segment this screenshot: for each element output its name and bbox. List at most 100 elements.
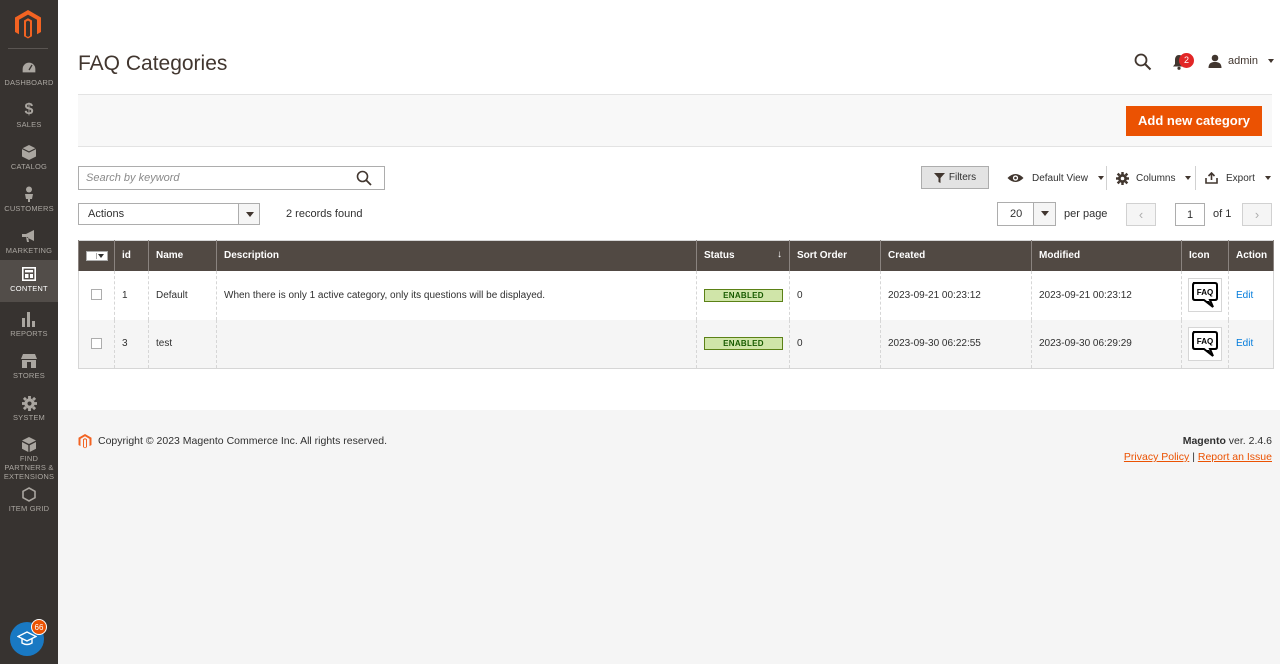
cube-icon bbox=[21, 144, 37, 160]
column-header-modified[interactable]: Modified bbox=[1031, 240, 1182, 271]
nav-reports[interactable]: REPORTS bbox=[0, 307, 58, 349]
cell-id: 3 bbox=[114, 319, 149, 369]
chevron-down-icon bbox=[1033, 203, 1055, 225]
row-select-checkbox[interactable] bbox=[91, 289, 102, 301]
status-badge: ENABLED bbox=[704, 288, 783, 302]
grid-header-row: id Name Description Status ↓ Sort Order C… bbox=[78, 240, 1274, 271]
current-page-input[interactable] bbox=[1175, 203, 1205, 226]
report-issue-link[interactable]: Report an Issue bbox=[1198, 451, 1272, 463]
version-number: ver. 2.4.6 bbox=[1225, 435, 1272, 447]
nav-item-grid[interactable]: ITEM GRID bbox=[0, 482, 58, 524]
notifications-count-badge: 2 bbox=[1179, 53, 1194, 68]
nav-stores[interactable]: STORES bbox=[0, 349, 58, 391]
gear-icon bbox=[21, 395, 37, 411]
mass-select-header[interactable] bbox=[78, 240, 115, 271]
toolbar-divider bbox=[1106, 166, 1107, 190]
add-new-category-button[interactable]: Add new category bbox=[1126, 106, 1262, 136]
column-header-sort-order[interactable]: Sort Order bbox=[789, 240, 881, 271]
column-header-created[interactable]: Created bbox=[880, 240, 1032, 271]
view-label: Default View bbox=[1032, 172, 1088, 184]
export-label: Export bbox=[1226, 172, 1255, 184]
mass-select-checkbox[interactable] bbox=[86, 250, 108, 261]
table-row: 1 Default When there is only 1 active ca… bbox=[78, 270, 1274, 320]
next-page-button[interactable]: › bbox=[1242, 203, 1272, 226]
per-page-label: per page bbox=[1064, 208, 1108, 220]
column-header-action: Action bbox=[1228, 240, 1274, 271]
table-row: 3 test ENABLED 0 2023-09-30 06:22:55 202… bbox=[78, 319, 1274, 369]
logo-divider bbox=[8, 48, 48, 49]
column-header-icon: Icon bbox=[1181, 240, 1229, 271]
layout-icon bbox=[21, 266, 37, 282]
cell-name: test bbox=[148, 319, 217, 369]
nav-sales[interactable]: $ SALES bbox=[0, 98, 58, 140]
dollar-icon: $ bbox=[24, 101, 34, 118]
view-switcher[interactable]: Default View bbox=[1007, 170, 1104, 186]
column-header-name[interactable]: Name bbox=[148, 240, 217, 271]
hexagon-icon bbox=[21, 486, 37, 502]
per-page-value: 20 bbox=[1010, 208, 1023, 220]
chevron-down-icon bbox=[238, 204, 259, 224]
column-header-id[interactable]: id bbox=[114, 240, 149, 271]
mass-actions-dropdown[interactable]: Actions bbox=[78, 203, 260, 225]
nav-customers[interactable]: CUSTOMERS bbox=[0, 182, 58, 224]
chevron-down-icon bbox=[1185, 176, 1192, 180]
svg-text:FAQ: FAQ bbox=[1197, 337, 1213, 346]
user-menu[interactable]: admin bbox=[1208, 53, 1274, 69]
storefront-icon bbox=[21, 353, 37, 369]
column-header-status[interactable]: Status ↓ bbox=[696, 240, 790, 271]
search-icon[interactable] bbox=[356, 170, 372, 186]
mass-actions-label: Actions bbox=[88, 208, 125, 220]
global-search-icon[interactable] bbox=[1134, 53, 1152, 71]
cell-description bbox=[216, 319, 697, 369]
bar-chart-icon bbox=[21, 311, 37, 327]
megaphone-icon bbox=[21, 228, 37, 244]
columns-control[interactable]: Columns bbox=[1116, 170, 1192, 186]
columns-label: Columns bbox=[1136, 172, 1176, 184]
boxes-icon bbox=[21, 436, 37, 452]
privacy-policy-link[interactable]: Privacy Policy bbox=[1124, 451, 1189, 463]
page-total: of 1 bbox=[1213, 208, 1232, 220]
cell-id: 1 bbox=[114, 270, 149, 320]
faq-chat-icon: FAQ bbox=[1188, 326, 1222, 361]
chevron-down-icon bbox=[1097, 176, 1104, 180]
cell-modified: 2023-09-21 00:23:12 bbox=[1031, 270, 1182, 320]
cell-sort-order: 0 bbox=[789, 270, 881, 320]
cell-name: Default bbox=[148, 270, 217, 320]
keyword-search-input[interactable] bbox=[79, 167, 339, 189]
copyright-text: Copyright © 2023 Magento Commerce Inc. A… bbox=[98, 435, 388, 447]
export-control[interactable]: Export bbox=[1205, 170, 1271, 186]
column-header-description[interactable]: Description bbox=[216, 240, 697, 271]
edit-link[interactable]: Edit bbox=[1236, 290, 1253, 301]
eye-icon bbox=[1007, 174, 1024, 182]
main-content: FAQ Categories 2 admin Add new category … bbox=[58, 0, 1280, 410]
cell-description: When there is only 1 active category, on… bbox=[216, 270, 697, 320]
magento-logo-icon[interactable] bbox=[14, 9, 42, 39]
footer-link-separator: | bbox=[1192, 451, 1195, 463]
edit-link[interactable]: Edit bbox=[1236, 338, 1253, 349]
nav-dashboard[interactable]: DASHBOARD bbox=[0, 56, 58, 98]
magento-footer-logo-icon bbox=[78, 433, 92, 449]
filters-button[interactable]: Filters bbox=[921, 166, 989, 189]
status-badge: ENABLED bbox=[704, 337, 783, 351]
gear-icon bbox=[1116, 171, 1129, 185]
svg-text:FAQ: FAQ bbox=[1197, 288, 1213, 297]
brand-name: Magento bbox=[1182, 435, 1226, 447]
cell-sort-order: 0 bbox=[789, 319, 881, 369]
user-icon bbox=[1208, 54, 1222, 68]
per-page-select[interactable]: 20 bbox=[997, 202, 1056, 226]
toolbar-divider bbox=[1195, 166, 1196, 190]
previous-page-button[interactable]: ‹ bbox=[1126, 203, 1156, 226]
nav-find-partners[interactable]: FIND PARTNERS & EXTENSIONS bbox=[0, 432, 58, 481]
filters-label: Filters bbox=[948, 172, 977, 183]
status-header-label: Status bbox=[704, 250, 735, 262]
faq-categories-grid: id Name Description Status ↓ Sort Order C… bbox=[78, 240, 1274, 369]
nav-catalog[interactable]: CATALOG bbox=[0, 140, 58, 182]
admin-sidebar: DASHBOARD $ SALES CATALOG CUSTOMERS MARK… bbox=[0, 0, 58, 664]
version-info: Magento ver. 2.4.6 bbox=[1183, 435, 1272, 447]
row-select-checkbox[interactable] bbox=[91, 338, 102, 350]
nav-content[interactable]: CONTENT bbox=[0, 260, 58, 302]
person-icon bbox=[21, 186, 37, 202]
nav-system[interactable]: SYSTEM bbox=[0, 391, 58, 433]
chevron-down-icon bbox=[1264, 176, 1271, 180]
user-name: admin bbox=[1228, 55, 1258, 67]
